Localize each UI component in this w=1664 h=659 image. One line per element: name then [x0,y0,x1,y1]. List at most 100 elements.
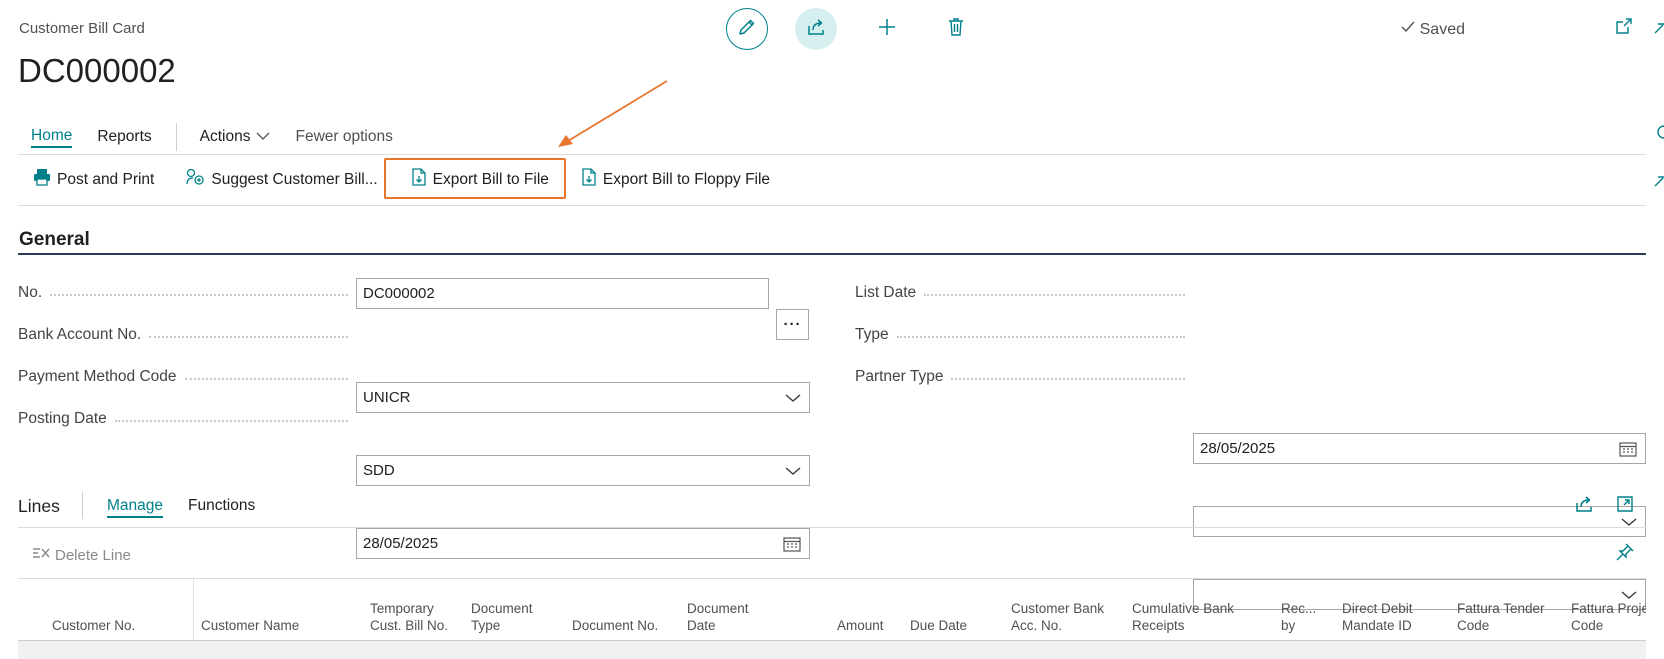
col-header-line: Date [687,618,716,633]
export-bill-to-floppy-button[interactable]: Export Bill to Floppy File [581,168,770,191]
lines-toolbar-rule [18,578,1646,579]
lines-divider [82,492,83,519]
col-header-line: Rec... [1281,601,1317,616]
section-general-title[interactable]: General [19,229,90,251]
lines-tab-rule [18,527,1646,528]
col-header-line: Code [1457,618,1490,633]
delete-line-label: Delete Line [55,546,131,564]
tab-divider [175,123,177,151]
col-header-line: Document [471,601,533,616]
highlight-box [384,158,566,199]
search-button[interactable] [1655,124,1664,147]
col-cumulative-bank-receipts[interactable]: Cumulative Bank Receipts [1132,600,1234,634]
tab-manage[interactable]: Manage [107,497,164,518]
pin-icon [1615,542,1635,567]
expand-icon [1615,494,1635,519]
grid-first-row[interactable] [18,641,1646,659]
fewer-options-link[interactable]: Fewer options [295,128,392,146]
section-lines-title[interactable]: Lines [18,496,60,517]
list-date-input[interactable]: 28/05/2025 [1193,433,1646,464]
delete-button[interactable] [942,15,970,43]
share-icon [806,17,826,42]
lines-pin-button[interactable] [1611,540,1639,568]
col-header-line: Cumulative Bank [1132,601,1235,616]
chevron-down-icon [1621,590,1637,600]
suggest-customer-bill-button[interactable]: Suggest Customer Bill... [185,168,378,191]
checkmark-icon [1400,19,1416,40]
col-amount[interactable]: Amount [837,617,884,634]
lines-share-button[interactable] [1570,492,1598,520]
col-document-type[interactable]: Document Type [471,600,533,634]
type-label: Type [855,326,889,343]
list-date-value: 28/05/2025 [1200,440,1276,457]
tab-actions[interactable]: Actions [200,128,271,146]
col-document-no[interactable]: Document No. [572,617,658,634]
col-due-date[interactable]: Due Date [910,617,967,634]
dots-leader [924,294,1185,296]
col-direct-debit-mandate-id[interactable]: Direct Debit Mandate ID [1342,600,1413,634]
new-button[interactable] [873,15,901,43]
no-field-label: No. [18,284,356,302]
open-new-window-icon [1615,17,1633,40]
share-button[interactable] [795,8,837,50]
dots-leader [951,378,1185,380]
saved-label: Saved [1419,20,1465,38]
suggest-icon [185,168,205,191]
dots-leader [149,336,348,338]
action-tabs: Home Reports Actions Fewer options [31,123,418,151]
toolbar-bottom-rule [18,205,1646,206]
col-document-date[interactable]: Document Date [687,600,749,634]
posting-date-label: Posting Date [18,410,107,427]
col-customer-name[interactable]: Customer Name [201,617,299,634]
delete-line-button[interactable]: Delete Line [32,545,131,565]
calendar-icon[interactable] [783,536,801,552]
page-caption: Customer Bill Card [19,20,145,37]
col-fattura-tender-code[interactable]: Fattura Tender Code [1457,600,1545,634]
suggest-customer-bill-label: Suggest Customer Bill... [211,170,378,188]
col-header-line: Direct Debit [1342,601,1413,616]
col-header-line: Temporary [370,601,434,616]
lines-expand-button[interactable] [1611,492,1639,520]
annotation-arrow [558,80,668,147]
add-icon [877,17,897,42]
calendar-icon[interactable] [1619,441,1637,457]
delete-icon [946,17,966,42]
delete-line-icon [32,545,50,565]
edit-button[interactable] [726,8,768,50]
col-header-line: Receipts [1132,618,1185,633]
no-input[interactable]: DC000002 [356,278,769,309]
tab-home[interactable]: Home [31,127,73,148]
tab-reports[interactable]: Reports [97,128,151,146]
bank-account-select[interactable]: UNICR [356,382,810,413]
edit-icon [737,17,757,42]
pin-toolbar-button[interactable] [1654,172,1664,193]
partner-type-label: Partner Type [855,368,944,385]
col-recalled-by[interactable]: Rec... by [1281,600,1316,634]
col-header-line: Code [1571,618,1604,633]
payment-method-select[interactable]: SDD [356,455,810,486]
tab-functions[interactable]: Functions [188,497,255,515]
col-header-line: Mandate ID [1342,618,1412,633]
open-new-window-button[interactable] [1610,14,1638,42]
tab-actions-label: Actions [199,128,251,145]
partner-type-field-label: Partner Type [855,368,1193,386]
no-label: No. [18,284,43,301]
section-general-rule [18,253,1646,255]
col-customer-bank-acc-no[interactable]: Customer Bank Acc. No. [1011,600,1104,634]
posting-date-input[interactable]: 28/05/2025 [356,528,810,559]
col-fattura-project-code[interactable]: Fattura Proje Code [1571,600,1646,634]
bank-account-value: UNICR [363,389,411,406]
collapse-button[interactable] [1654,20,1664,41]
saved-status: Saved [1400,19,1465,40]
type-field-label: Type [855,326,1193,344]
payment-method-label: Payment Method Code [18,368,177,385]
page-title: DC000002 [18,52,176,89]
col-customer-no[interactable]: Customer No. [52,617,135,634]
col-temporary-cust-bill-no[interactable]: Temporary Cust. Bill No. [370,600,448,634]
posting-date-value: 28/05/2025 [363,535,439,552]
no-assist-button[interactable]: ··· [776,309,809,340]
col-header-line: Document [687,601,749,616]
ellipsis-icon: ··· [783,316,802,333]
col-header-line: Fattura Proje [1571,601,1646,616]
post-and-print-button[interactable]: Post and Print [33,168,154,191]
